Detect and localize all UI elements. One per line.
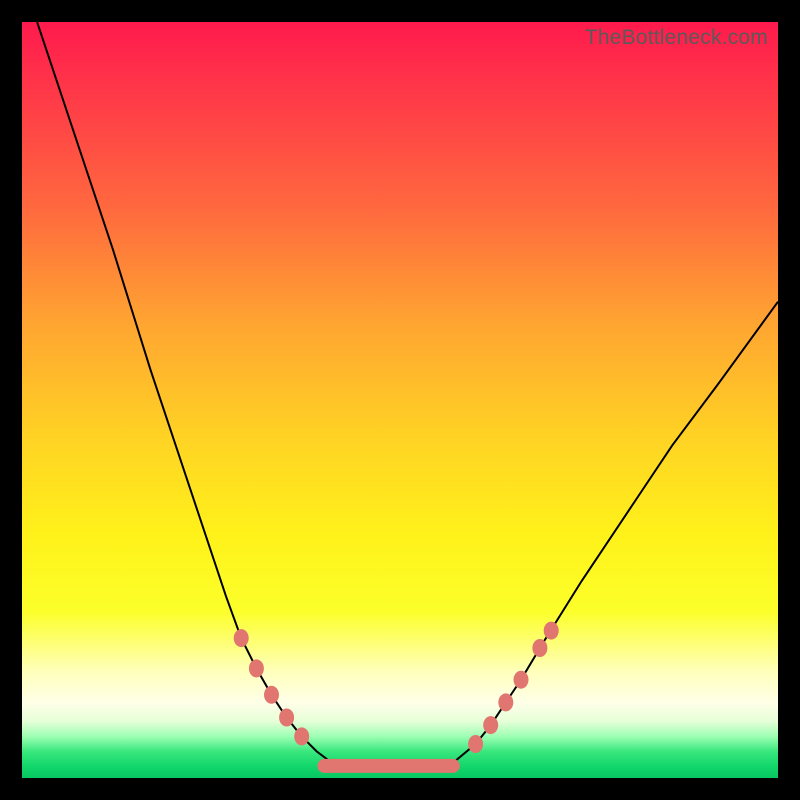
watermark-text: TheBottleneck.com: [585, 26, 768, 50]
marker-dot: [249, 659, 264, 677]
marker-dot: [234, 629, 249, 647]
bottleneck-chart: [22, 22, 778, 778]
marker-dot: [483, 716, 498, 734]
marker-dot: [264, 686, 279, 704]
marker-dot: [514, 671, 529, 689]
marker-dot: [498, 693, 513, 711]
marker-dot: [279, 709, 294, 727]
marker-group: [234, 622, 559, 753]
marker-dot: [544, 622, 559, 640]
marker-dot: [468, 735, 483, 753]
chart-frame: TheBottleneck.com: [22, 22, 778, 778]
marker-dot: [532, 639, 547, 657]
curve-line: [37, 22, 778, 767]
marker-dot: [294, 727, 309, 745]
